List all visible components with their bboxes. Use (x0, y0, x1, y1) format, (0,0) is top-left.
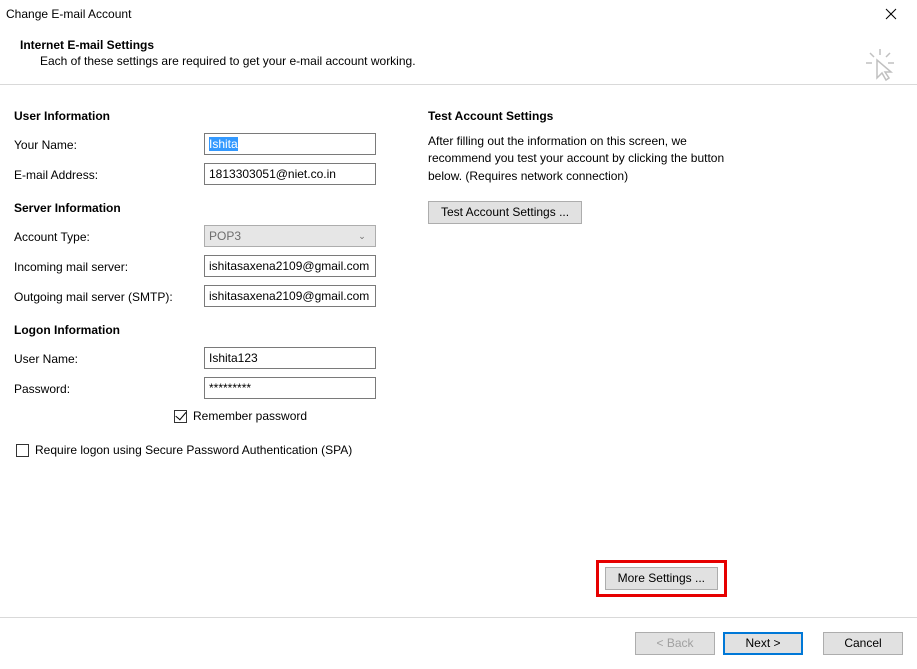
password-input[interactable] (204, 377, 376, 399)
outgoing-label: Outgoing mail server (SMTP): (14, 289, 204, 304)
left-column: User Information Your Name: Ishita E-mai… (14, 109, 424, 465)
incoming-label: Incoming mail server: (14, 259, 204, 274)
window-title: Change E-mail Account (6, 7, 131, 21)
server-info-title: Server Information (14, 201, 404, 215)
wizard-header: Internet E-mail Settings Each of these s… (0, 28, 917, 85)
account-type-combo: POP3 ⌄ (204, 225, 376, 247)
incoming-row: Incoming mail server: (14, 255, 404, 277)
your-name-input[interactable]: Ishita (204, 133, 376, 155)
user-info-title: User Information (14, 109, 404, 123)
more-settings-highlight: More Settings ... (596, 560, 727, 597)
logon-info-title: Logon Information (14, 323, 404, 337)
spa-row[interactable]: Require logon using Secure Password Auth… (16, 443, 404, 457)
email-input[interactable] (204, 163, 376, 185)
chevron-down-icon: ⌄ (353, 231, 371, 242)
password-row: Password: (14, 377, 404, 399)
cancel-button[interactable]: Cancel (823, 632, 903, 655)
incoming-server-input[interactable] (204, 255, 376, 277)
back-button: < Back (635, 632, 715, 655)
header-title: Internet E-mail Settings (20, 38, 897, 52)
next-button[interactable]: Next > (723, 632, 803, 655)
title-bar: Change E-mail Account (0, 0, 917, 28)
username-row: User Name: (14, 347, 404, 369)
password-label: Password: (14, 381, 204, 396)
spa-label: Require logon using Secure Password Auth… (35, 443, 352, 457)
outgoing-server-input[interactable] (204, 285, 376, 307)
close-button[interactable] (871, 2, 911, 26)
more-settings-button[interactable]: More Settings ... (605, 567, 718, 590)
username-input[interactable] (204, 347, 376, 369)
email-row: E-mail Address: (14, 163, 404, 185)
your-name-row: Your Name: Ishita (14, 133, 404, 155)
spa-checkbox[interactable] (16, 444, 29, 457)
test-settings-title: Test Account Settings (428, 109, 903, 123)
cursor-pointer-icon (863, 46, 899, 82)
remember-password-label: Remember password (193, 409, 307, 423)
username-label: User Name: (14, 351, 204, 366)
content-area: User Information Your Name: Ishita E-mai… (0, 85, 917, 465)
right-column: Test Account Settings After filling out … (424, 109, 903, 465)
wizard-footer: < Back Next > Cancel (0, 617, 917, 669)
header-subtitle: Each of these settings are required to g… (20, 54, 897, 68)
account-type-row: Account Type: POP3 ⌄ (14, 225, 404, 247)
remember-password-checkbox[interactable] (174, 410, 187, 423)
remember-password-row[interactable]: Remember password (174, 409, 404, 423)
close-icon (885, 8, 897, 20)
test-account-settings-button[interactable]: Test Account Settings ... (428, 201, 582, 224)
email-label: E-mail Address: (14, 167, 204, 182)
account-type-value: POP3 (209, 229, 241, 243)
outgoing-row: Outgoing mail server (SMTP): (14, 285, 404, 307)
account-type-label: Account Type: (14, 229, 204, 244)
test-settings-text: After filling out the information on thi… (428, 133, 748, 185)
your-name-label: Your Name: (14, 137, 204, 152)
